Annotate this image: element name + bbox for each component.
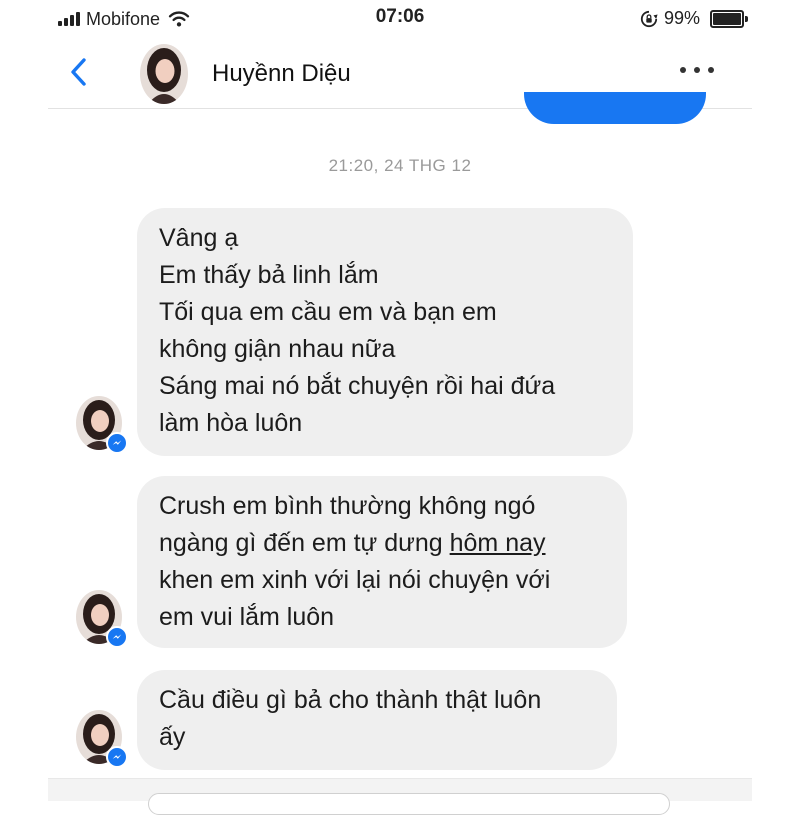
message-line: Sáng mai nó bắt chuyện rồi hai đứa bbox=[159, 372, 556, 400]
received-message-bubble[interactable]: Crush em bình thường không ngó ngàng gì … bbox=[137, 476, 627, 648]
message-text: ngàng gì đến em tự dưng bbox=[159, 529, 450, 557]
message-line: không giận nhau nữa bbox=[159, 335, 396, 363]
battery-percent: 99% bbox=[663, 8, 700, 28]
message-line: Em thấy bả linh lắm bbox=[159, 261, 379, 289]
message-line: ngàng gì đến em tự dưng hôm nay bbox=[159, 525, 605, 562]
message-line: Cầu điều gì bả cho thành thật luôn bbox=[159, 686, 542, 714]
status-right: 99% bbox=[640, 8, 748, 29]
battery-tip bbox=[745, 15, 748, 22]
sent-message-bubble[interactable] bbox=[524, 92, 706, 124]
composer-bar bbox=[48, 778, 752, 815]
date-link[interactable]: hôm nay bbox=[450, 529, 546, 557]
sender-avatar[interactable] bbox=[76, 710, 128, 768]
more-dots-icon[interactable] bbox=[680, 58, 714, 82]
messenger-icon bbox=[106, 746, 128, 768]
sender-avatar[interactable] bbox=[76, 396, 128, 454]
message-input[interactable] bbox=[148, 793, 670, 815]
contact-avatar[interactable] bbox=[140, 44, 188, 104]
battery-fill bbox=[713, 12, 741, 25]
back-button[interactable] bbox=[64, 52, 94, 92]
messenger-icon bbox=[106, 432, 128, 454]
message-line: Crush em bình thường không ngó bbox=[159, 492, 536, 520]
message-line: khen em xinh với lại nói chuyện với bbox=[159, 566, 551, 594]
message-line: Tối qua em cầu em và bạn em bbox=[159, 298, 497, 326]
message-line: ấy bbox=[159, 723, 186, 751]
message-timestamp: 21:20, 24 THG 12 bbox=[328, 156, 472, 175]
messenger-icon bbox=[106, 626, 128, 648]
battery-icon bbox=[710, 9, 748, 28]
status-bar: Mobifone 07:06 99% bbox=[0, 0, 800, 36]
sender-avatar[interactable] bbox=[76, 590, 128, 648]
contact-name[interactable]: Huyềnn Diệu bbox=[212, 60, 351, 88]
received-message-bubble[interactable]: Vâng ạ Em thấy bả linh lắm Tối qua em cầ… bbox=[137, 208, 633, 456]
message-line: Vâng ạ bbox=[159, 224, 239, 252]
message-line: làm hòa luôn bbox=[159, 409, 303, 437]
message-line: em vui lắm luôn bbox=[159, 603, 335, 631]
rotation-lock-icon bbox=[640, 10, 658, 27]
received-message-bubble[interactable]: Cầu điều gì bả cho thành thật luôn ấy bbox=[137, 670, 617, 770]
